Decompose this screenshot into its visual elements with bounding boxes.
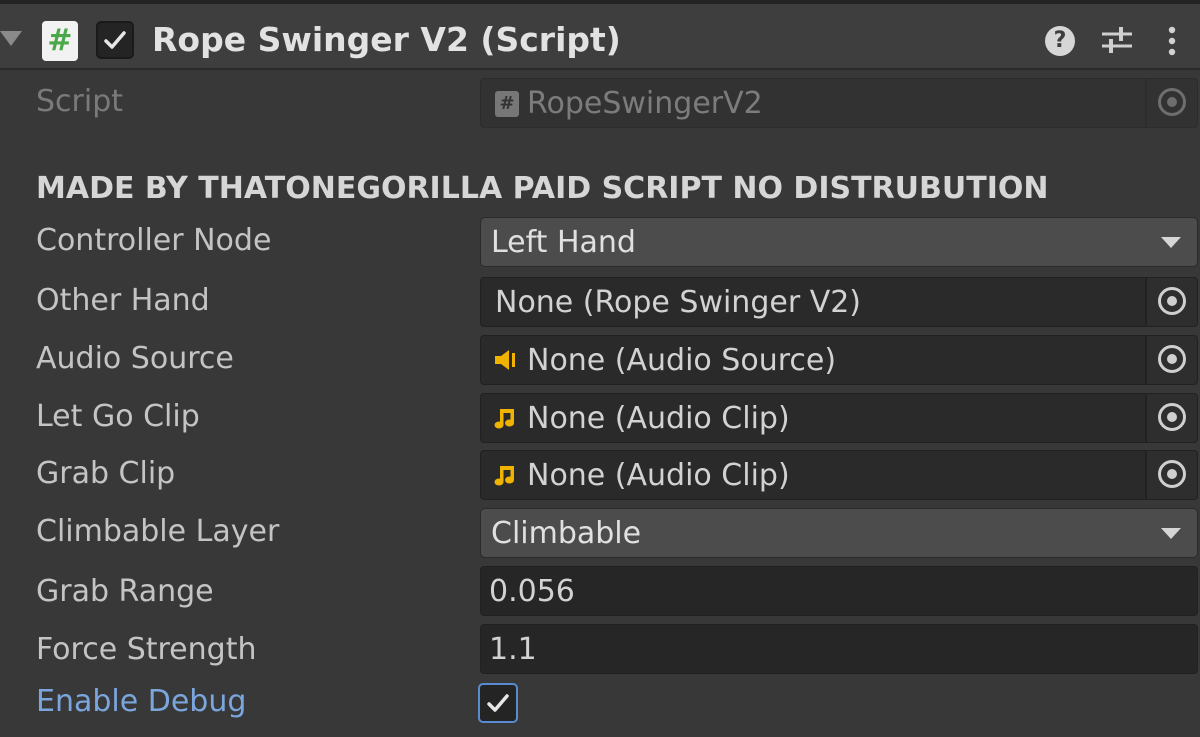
audio-clip-icon [494, 466, 514, 486]
other-hand-field[interactable]: None (Rope Swinger V2) [480, 277, 1198, 327]
script-field[interactable]: # RopeSwingerV2 [480, 78, 1198, 128]
controller-node-label: Controller Node [36, 223, 272, 258]
checkmark-icon [104, 31, 126, 49]
csharp-script-icon: # [495, 91, 519, 117]
audio-source-label: Audio Source [36, 341, 234, 376]
presets-sliders-icon[interactable] [1100, 25, 1134, 55]
grab-range-input[interactable]: 0.056 [480, 566, 1198, 616]
force-strength-label: Force Strength [36, 632, 257, 667]
csharp-script-icon: # [42, 21, 78, 61]
audio-source-value: None (Audio Source) [527, 343, 837, 378]
object-picker-icon [1158, 460, 1186, 488]
context-menu-icon[interactable] [1166, 26, 1178, 56]
dropdown-caret-icon [1161, 237, 1181, 248]
foldout-arrow-icon[interactable] [0, 31, 22, 46]
climbable-layer-label: Climbable Layer [36, 514, 280, 549]
controller-node-value: Left Hand [491, 225, 636, 260]
let-go-clip-label: Let Go Clip [36, 399, 200, 434]
object-picker-button[interactable] [1145, 451, 1197, 499]
let-go-clip-field[interactable]: None (Audio Clip) [480, 393, 1198, 443]
audio-clip-icon [494, 409, 514, 429]
grab-clip-value: None (Audio Clip) [527, 458, 790, 493]
force-strength-value: 1.1 [489, 632, 537, 667]
component-title: Rope Swinger V2 (Script) [152, 20, 621, 59]
grab-clip-field[interactable]: None (Audio Clip) [480, 450, 1198, 500]
controller-node-dropdown[interactable]: Left Hand [480, 217, 1198, 267]
object-picker-button[interactable] [1145, 79, 1197, 127]
grab-range-label: Grab Range [36, 574, 214, 609]
object-picker-button[interactable] [1145, 278, 1197, 326]
object-picker-button[interactable] [1145, 394, 1197, 442]
component-enabled-checkbox[interactable] [96, 21, 134, 59]
enable-debug-label: Enable Debug [36, 684, 247, 719]
audio-source-icon [495, 350, 515, 370]
section-header: MADE BY THATONEGORILLA PAID SCRIPT NO DI… [36, 171, 1049, 206]
other-hand-label: Other Hand [36, 283, 210, 318]
grab-range-value: 0.056 [489, 574, 575, 609]
object-picker-icon [1158, 345, 1186, 373]
climbable-layer-value: Climbable [491, 516, 642, 551]
object-picker-button[interactable] [1145, 336, 1197, 384]
audio-source-field[interactable]: None (Audio Source) [480, 335, 1198, 385]
component-header[interactable]: # Rope Swinger V2 (Script) ? [0, 0, 1200, 70]
other-hand-value: None (Rope Swinger V2) [495, 285, 862, 320]
object-picker-icon [1158, 88, 1186, 116]
object-picker-icon [1158, 287, 1186, 315]
help-icon[interactable]: ? [1045, 26, 1075, 56]
climbable-layer-dropdown[interactable]: Climbable [480, 508, 1198, 558]
script-label: Script [36, 84, 124, 119]
object-picker-icon [1158, 403, 1186, 431]
enable-debug-checkbox[interactable] [478, 683, 518, 723]
grab-clip-label: Grab Clip [36, 456, 176, 491]
script-value: RopeSwingerV2 [527, 86, 763, 121]
checkmark-icon [487, 694, 509, 712]
dropdown-caret-icon [1161, 528, 1181, 539]
let-go-clip-value: None (Audio Clip) [527, 401, 790, 436]
force-strength-input[interactable]: 1.1 [480, 624, 1198, 674]
